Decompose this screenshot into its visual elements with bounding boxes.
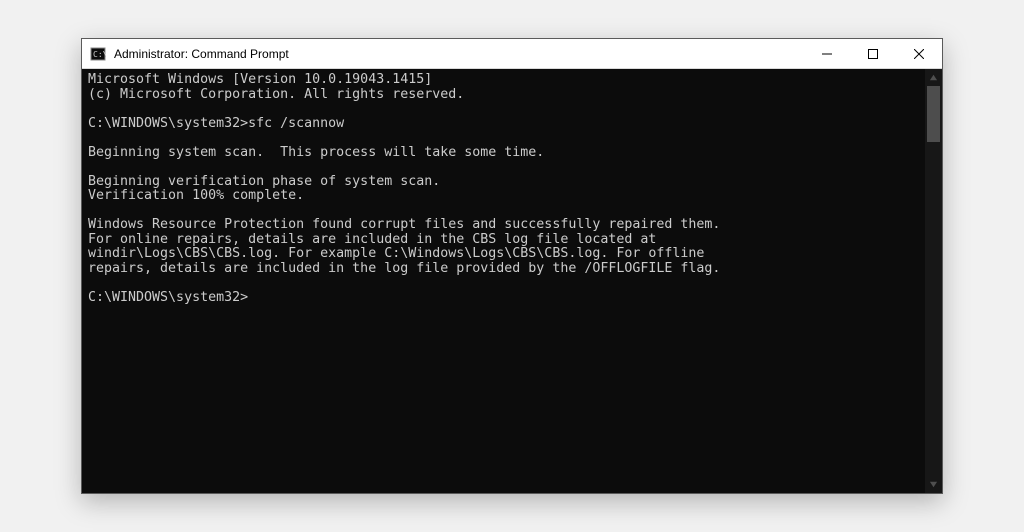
terminal-prompt-line[interactable]: C:\WINDOWS\system32> [88,291,919,306]
scrollbar-track[interactable] [925,86,942,476]
minimize-button[interactable] [804,39,850,68]
terminal-line: Beginning system scan. This process will… [88,146,919,161]
titlebar-left: C:\ Administrator: Command Prompt [82,46,289,62]
terminal-line [88,204,919,219]
window-controls [804,39,942,68]
prompt-path: C:\WINDOWS\system32> [88,290,248,305]
terminal-line: (c) Microsoft Corporation. All rights re… [88,88,919,103]
terminal-line: For online repairs, details are included… [88,233,919,248]
terminal-line: C:\WINDOWS\system32>sfc /scannow [88,117,919,132]
window-title: Administrator: Command Prompt [114,47,289,61]
terminal-line: Beginning verification phase of system s… [88,175,919,190]
terminal-line: repairs, details are included in the log… [88,262,919,277]
terminal-line [88,276,919,291]
terminal-line: Verification 100% complete. [88,189,919,204]
scroll-up-arrow-icon[interactable] [925,69,942,86]
maximize-button[interactable] [850,39,896,68]
scrollbar-thumb[interactable] [927,86,940,142]
terminal-output[interactable]: Microsoft Windows [Version 10.0.19043.14… [82,69,925,493]
command-prompt-window: C:\ Administrator: Command Prompt Micros… [81,38,943,494]
terminal-line [88,131,919,146]
terminal-line: Windows Resource Protection found corrup… [88,218,919,233]
terminal-line [88,102,919,117]
svg-text:C:\: C:\ [93,50,106,59]
terminal-line [88,160,919,175]
scroll-down-arrow-icon[interactable] [925,476,942,493]
titlebar[interactable]: C:\ Administrator: Command Prompt [82,39,942,69]
vertical-scrollbar[interactable] [925,69,942,493]
cmd-icon: C:\ [90,46,106,62]
terminal-line: windir\Logs\CBS\CBS.log. For example C:\… [88,247,919,262]
terminal-area: Microsoft Windows [Version 10.0.19043.14… [82,69,942,493]
close-button[interactable] [896,39,942,68]
terminal-line: Microsoft Windows [Version 10.0.19043.14… [88,73,919,88]
